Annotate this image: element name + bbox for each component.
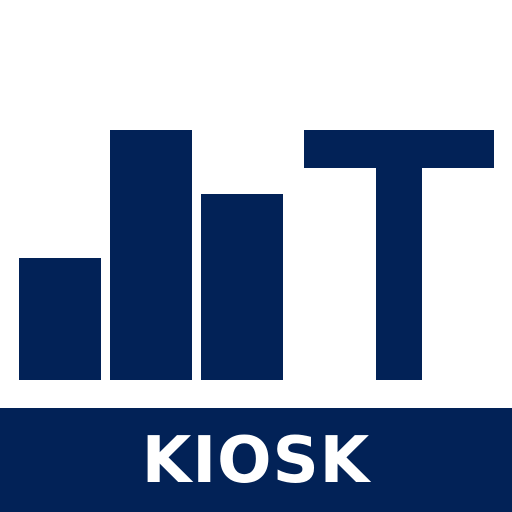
kiosk-banner: KIOSK bbox=[0, 408, 512, 512]
bar-chart-t-logo-icon bbox=[0, 0, 512, 400]
logo-bar-tall bbox=[110, 130, 192, 380]
kiosk-app-icon[interactable]: KIOSK bbox=[0, 0, 512, 512]
logo-bar-medium bbox=[201, 194, 283, 380]
logo-bar-short bbox=[19, 258, 101, 380]
kiosk-label: KIOSK bbox=[141, 424, 371, 498]
logo-letter-t-crossbar bbox=[304, 130, 494, 168]
logo-letter-t-stem bbox=[376, 168, 422, 380]
